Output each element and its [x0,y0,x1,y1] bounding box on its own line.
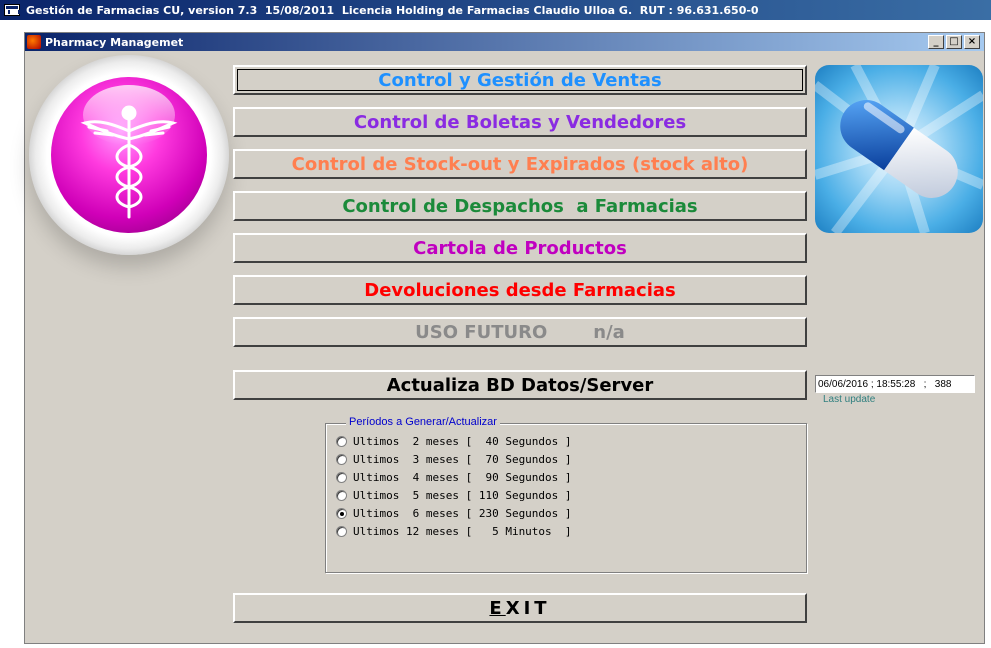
despachos-button[interactable]: Control de Despachos a Farmacias [233,191,807,221]
period-option[interactable]: Ultimos 2 meses [ 40 Segundos ] [336,432,572,450]
pharmacy-window: Pharmacy Managemet _ □ × Control y Gesti… [24,32,985,644]
minimize-button[interactable]: _ [928,35,944,49]
maximize-button[interactable]: □ [946,35,962,49]
uso-futuro-label: USO FUTURO [415,321,548,343]
exit-label-rest: XIT [505,597,551,619]
cartola-label: Cartola de Productos [413,237,627,259]
devoluciones-label: Devoluciones desde Farmacias [364,279,676,301]
boletas-button[interactable]: Control de Boletas y Vendedores [233,107,807,137]
period-option-label: Ultimos 12 meses [ 5 Minutos ] [353,524,572,538]
ventas-label: Control y Gestión de Ventas [378,69,662,91]
boletas-label: Control de Boletas y Vendedores [353,111,687,133]
radio-button-selected[interactable] [336,507,347,519]
window-controls: _ □ × [928,35,980,49]
cartola-button[interactable]: Cartola de Productos [233,233,807,263]
radio-button[interactable] [336,489,347,501]
radio-button[interactable] [336,525,347,537]
child-window-title: Pharmacy Managemet [45,35,184,49]
exit-label-mnemonic: E [489,597,506,619]
period-option-label: Ultimos 2 meses [ 40 Segundos ] [353,434,572,448]
close-button[interactable]: × [964,35,980,49]
uso-futuro-na: n/a [593,321,625,343]
pill-capsule-icon [815,65,983,233]
stockout-label: Control de Stock-out y Expirados (stock … [291,153,749,175]
child-titlebar[interactable]: Pharmacy Managemet _ □ × [25,33,984,51]
periods-group: Períodos a Generar/Actualizar Ultimos 2 … [325,416,807,573]
radio-button[interactable] [336,453,347,465]
period-option[interactable]: Ultimos 12 meses [ 5 Minutos ] [336,522,572,540]
caduceus-icon [80,105,178,219]
radio-button[interactable] [336,471,347,483]
period-option-label: Ultimos 5 meses [ 110 Segundos ] [353,488,572,502]
stockout-button[interactable]: Control de Stock-out y Expirados (stock … [233,149,807,179]
period-option[interactable]: Ultimos 6 meses [ 230 Segundos ] [336,504,572,522]
uso-futuro-button[interactable]: USO FUTURO n/a [233,317,807,347]
period-option[interactable]: Ultimos 4 meses [ 90 Segundos ] [336,468,572,486]
period-option[interactable]: Ultimos 3 meses [ 70 Segundos ] [336,450,572,468]
despachos-label: Control de Despachos a Farmacias [342,195,698,217]
caduceus-logo [29,55,229,255]
period-option[interactable]: Ultimos 5 meses [ 110 Segundos ] [336,486,572,504]
period-option-label: Ultimos 6 meses [ 230 Segundos ] [353,506,572,520]
last-update-field[interactable]: 06/06/2016 ; 18:55:28 ; 388 [815,375,975,393]
periods-legend: Períodos a Generar/Actualizar [346,416,500,428]
last-update-label: Last update [823,394,876,405]
devoluciones-button[interactable]: Devoluciones desde Farmacias [233,275,807,305]
exit-button[interactable]: E XIT [233,593,807,623]
ventas-button[interactable]: Control y Gestión de Ventas [233,65,807,95]
actualiza-bd-button[interactable]: Actualiza BD Datos/Server [233,370,807,400]
radio-button[interactable] [336,435,347,447]
period-option-label: Ultimos 3 meses [ 70 Segundos ] [353,452,572,466]
pharmacy-app-icon[interactable] [27,35,41,49]
actualiza-bd-label: Actualiza BD Datos/Server [386,374,654,396]
pill-image [815,65,983,233]
outer-window-title: Gestión de Farmacias CU, version 7.3 15/… [26,3,759,17]
app-window-icon[interactable] [4,4,20,16]
period-option-label: Ultimos 4 meses [ 90 Segundos ] [353,470,572,484]
outer-titlebar[interactable]: Gestión de Farmacias CU, version 7.3 15/… [0,0,991,20]
